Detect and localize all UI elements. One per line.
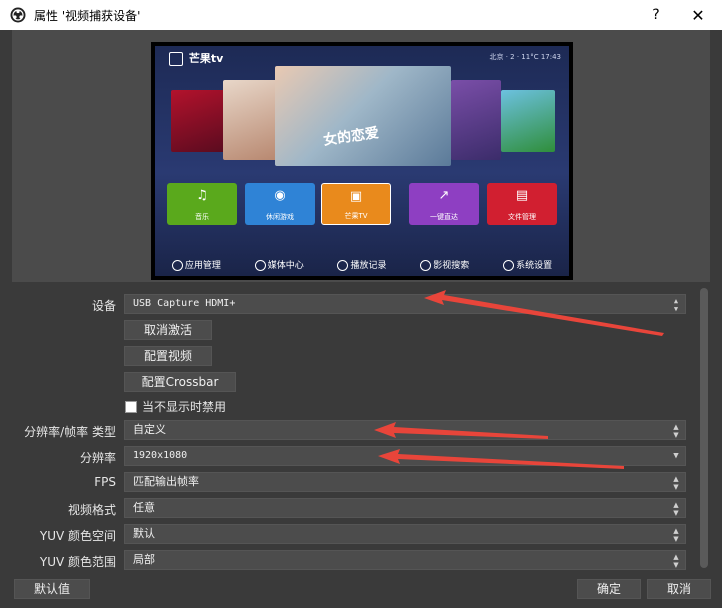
- configure-crossbar-button[interactable]: 配置Crossbar: [124, 372, 236, 392]
- video-format-select[interactable]: 任意 ▲ ▼: [124, 498, 686, 518]
- poster-left-1: [171, 90, 225, 152]
- tile-label: 文件管理: [508, 213, 536, 221]
- tile-label: 一键直达: [430, 213, 458, 221]
- nav-media: 媒体中心: [254, 258, 304, 271]
- chevron-down-icon[interactable]: ▼: [667, 447, 685, 465]
- share-icon: ↗: [438, 188, 450, 203]
- fps-select[interactable]: 匹配输出帧率 ▲ ▼: [124, 472, 686, 492]
- nav-search: 影视搜索: [420, 258, 469, 271]
- res-fps-type-value: 自定义: [133, 423, 166, 436]
- close-button[interactable]: ✕: [678, 0, 718, 30]
- obs-app-icon: [10, 7, 26, 23]
- yuv-color-range-value: 局部: [133, 553, 155, 566]
- gear-icon: [503, 259, 515, 271]
- configure-video-button[interactable]: 配置视频: [124, 346, 212, 366]
- screen-logo: 芒果tv: [169, 50, 223, 66]
- tile-direct: ↗ 一键直达: [409, 183, 479, 225]
- tile-files: ▤ 文件管理: [487, 183, 557, 225]
- history-icon: [337, 259, 349, 271]
- tile-label: 音乐: [195, 213, 209, 221]
- device-label: 设备: [91, 299, 116, 313]
- yuv-color-space-select[interactable]: 默认 ▲ ▼: [124, 524, 686, 544]
- yuv-color-space-label: YUV 颜色空间: [39, 529, 116, 543]
- gamepad-icon: ◉: [274, 188, 286, 203]
- title-bar: 属性 '视频捕获设备' ? ✕: [0, 0, 722, 30]
- window-title: 属性 '视频捕获设备': [34, 8, 141, 23]
- res-fps-type-select[interactable]: 自定义 ▲ ▼: [124, 420, 686, 440]
- poster-main-title: 女的恋爱: [322, 125, 380, 149]
- device-select[interactable]: USB Capture HDMI+ ▲ ▼: [124, 294, 686, 314]
- preview-screen: 芒果tv 北京 · 2 · 11°C 17:43 女的恋爱 ♫ 音乐 ◉ 休闲游…: [155, 46, 569, 276]
- updown-icon: ▲ ▼: [673, 553, 679, 569]
- poster-right-2: [501, 90, 555, 152]
- yuv-color-range-label: YUV 颜色范围: [39, 555, 116, 569]
- nav-settings: 系统设置: [503, 258, 552, 271]
- search-icon: [420, 259, 432, 271]
- yuv-color-space-value: 默认: [133, 527, 155, 540]
- fps-label: FPS: [94, 475, 116, 489]
- resolution-combobox[interactable]: 1920x1080 ▼: [124, 446, 686, 466]
- video-format-value: 任意: [133, 501, 155, 514]
- mango-logo-icon: [169, 52, 183, 66]
- updown-icon: ▲ ▼: [673, 297, 679, 313]
- nav-label: 媒体中心: [267, 260, 304, 271]
- screen-bottom-nav: 应用管理 媒体中心 播放记录 影视搜索 系统设置: [155, 252, 569, 276]
- updown-icon: ▲ ▼: [673, 501, 679, 517]
- media-icon: [254, 259, 266, 271]
- apps-icon: [171, 259, 183, 271]
- deactivate-button[interactable]: 取消激活: [124, 320, 212, 340]
- video-format-label: 视频格式: [67, 503, 116, 517]
- poster-main: 女的恋爱: [275, 66, 451, 166]
- nav-history: 播放记录: [337, 258, 387, 271]
- tile-music: ♫ 音乐: [167, 183, 237, 225]
- nav-apps: 应用管理: [171, 258, 221, 271]
- disable-when-hidden-label: 当不显示时禁用: [142, 400, 227, 414]
- video-preview: 芒果tv 北京 · 2 · 11°C 17:43 女的恋爱 ♫ 音乐 ◉ 休闲游…: [151, 42, 573, 280]
- music-note-icon: ♫: [196, 188, 208, 203]
- updown-icon: ▲ ▼: [673, 527, 679, 543]
- tile-label: 休闲游戏: [266, 213, 294, 221]
- form-scrollbar[interactable]: [698, 284, 710, 572]
- yuv-color-range-select[interactable]: 局部 ▲ ▼: [124, 550, 686, 570]
- disable-when-hidden-checkbox[interactable]: [125, 401, 137, 413]
- device-value: USB Capture HDMI+: [133, 298, 236, 309]
- file-manager-icon: ▤: [515, 188, 529, 203]
- updown-icon: ▲ ▼: [673, 423, 679, 439]
- tile-label: 芒果TV: [344, 212, 368, 220]
- mango-tv-icon: ▣: [349, 189, 363, 204]
- cancel-button[interactable]: 取消: [647, 579, 711, 599]
- scrollbar-thumb[interactable]: [700, 288, 708, 568]
- tile-games: ◉ 休闲游戏: [245, 183, 315, 225]
- updown-icon: ▲ ▼: [673, 475, 679, 491]
- screen-logo-text: 芒果tv: [188, 52, 224, 65]
- nav-label: 系统设置: [516, 260, 553, 271]
- help-button[interactable]: ?: [636, 0, 676, 30]
- nav-label: 应用管理: [184, 260, 221, 271]
- resolution-label: 分辨率: [79, 451, 116, 465]
- res-fps-type-label: 分辨率/帧率 类型: [24, 425, 116, 439]
- poster-right-1: [451, 80, 501, 160]
- resolution-value: 1920x1080: [133, 450, 188, 461]
- fps-value: 匹配输出帧率: [133, 475, 199, 488]
- screen-status: 北京 · 2 · 11°C 17:43: [489, 53, 562, 61]
- defaults-button[interactable]: 默认值: [14, 579, 90, 599]
- ok-button[interactable]: 确定: [577, 579, 641, 599]
- nav-label: 播放记录: [350, 260, 387, 271]
- tile-mangotv: ▣ 芒果TV: [321, 183, 391, 225]
- nav-label: 影视搜索: [433, 260, 470, 271]
- poster-left-2: [223, 80, 277, 160]
